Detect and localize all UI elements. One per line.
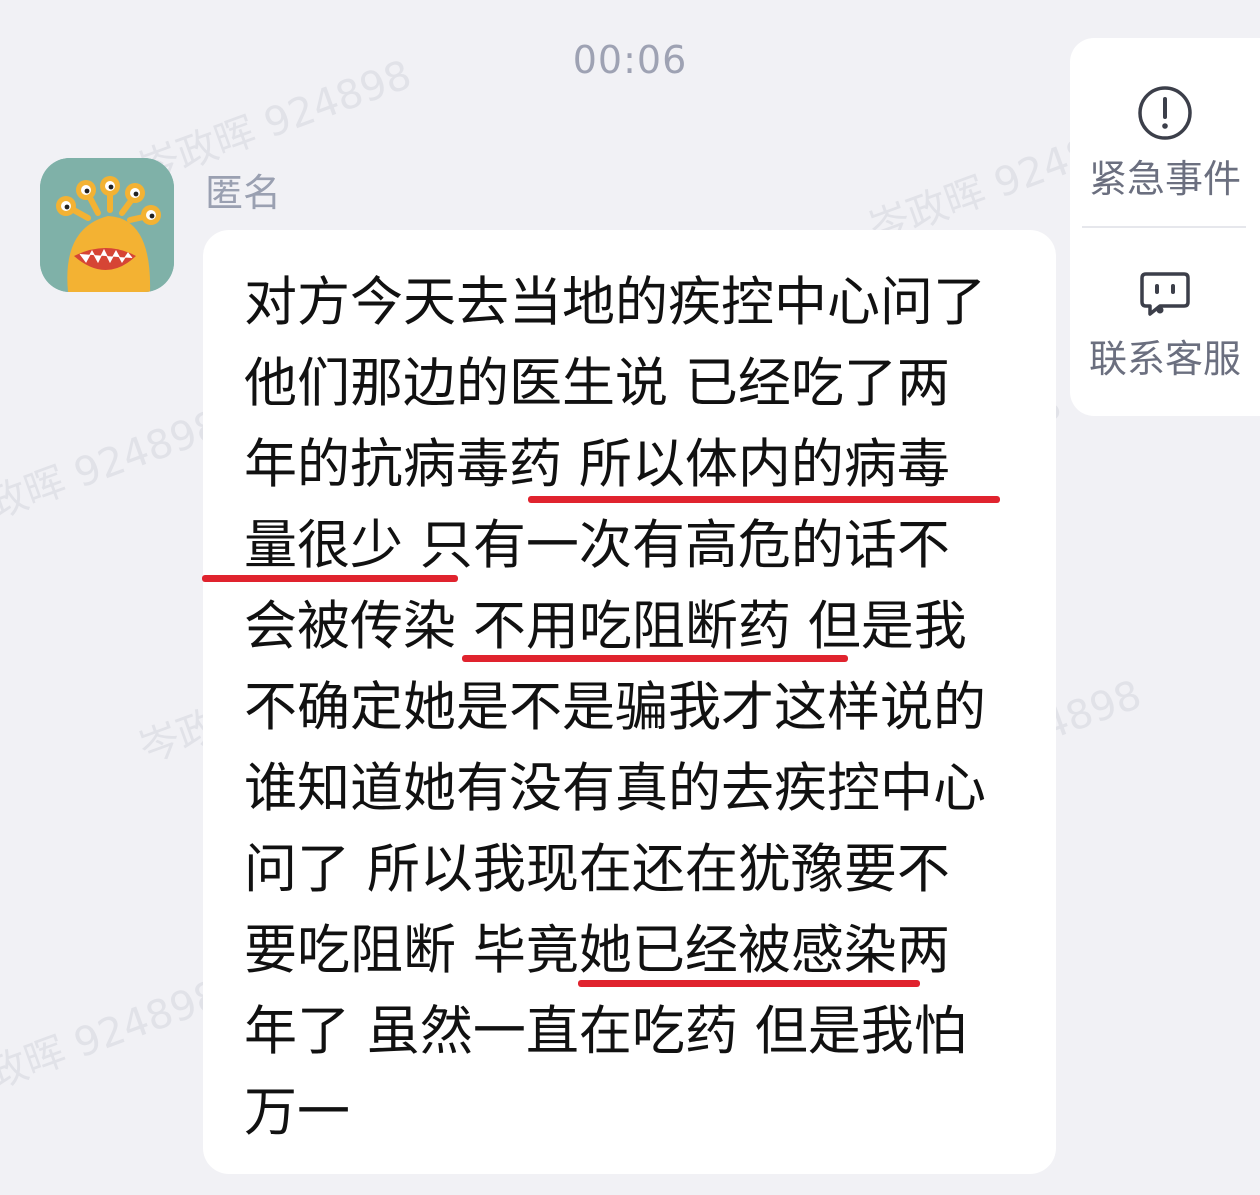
side-action-panel: 紧急事件 联系客服: [1070, 38, 1260, 416]
exclamation-circle-icon: [1138, 86, 1192, 140]
message-line: 对方今天去当地的疾控中心问了: [244, 272, 986, 333]
sender-avatar[interactable]: [40, 158, 174, 292]
message-line: 量很少 只有一次有高危的话不: [244, 515, 950, 576]
message-line: 要吃阻断 毕竟她已经被感染两: [244, 920, 950, 981]
emergency-button[interactable]: 紧急事件: [1070, 84, 1260, 203]
message-line: 不确定她是不是骗我才这样说的: [244, 677, 986, 738]
red-underline-mark: [462, 655, 848, 662]
red-underline-mark: [528, 496, 1000, 503]
watermark: 岑政晖 924898: [0, 401, 228, 543]
red-underline-mark: [578, 980, 920, 987]
contact-support-button[interactable]: 联系客服: [1070, 264, 1260, 383]
emergency-label: 紧急事件: [1088, 157, 1241, 201]
message-line: 他们那边的医生说 已经吃了两: [244, 353, 950, 414]
message-text: 对方今天去当地的疾控中心问了 他们那边的医生说 已经吃了两 年的抗病毒药 所以体…: [244, 262, 1024, 1153]
side-panel-divider: [1082, 226, 1246, 228]
monster-avatar-icon: [40, 158, 174, 292]
message-line: 年了 虽然一直在吃药 但是我怕: [244, 1001, 967, 1062]
message-line: 问了 所以我现在还在犹豫要不: [244, 839, 950, 900]
sender-name: 匿名: [205, 171, 282, 215]
customer-service-icon: [1140, 272, 1190, 316]
red-underline-mark: [202, 575, 458, 582]
message-line: 年的抗病毒药 所以体内的病毒: [244, 434, 950, 495]
message-line: 谁知道她有没有真的去疾控中心: [244, 758, 986, 819]
watermark: 岑政晖 924898: [0, 971, 228, 1113]
contact-support-label: 联系客服: [1088, 337, 1241, 381]
message-line: 万一: [244, 1082, 350, 1143]
